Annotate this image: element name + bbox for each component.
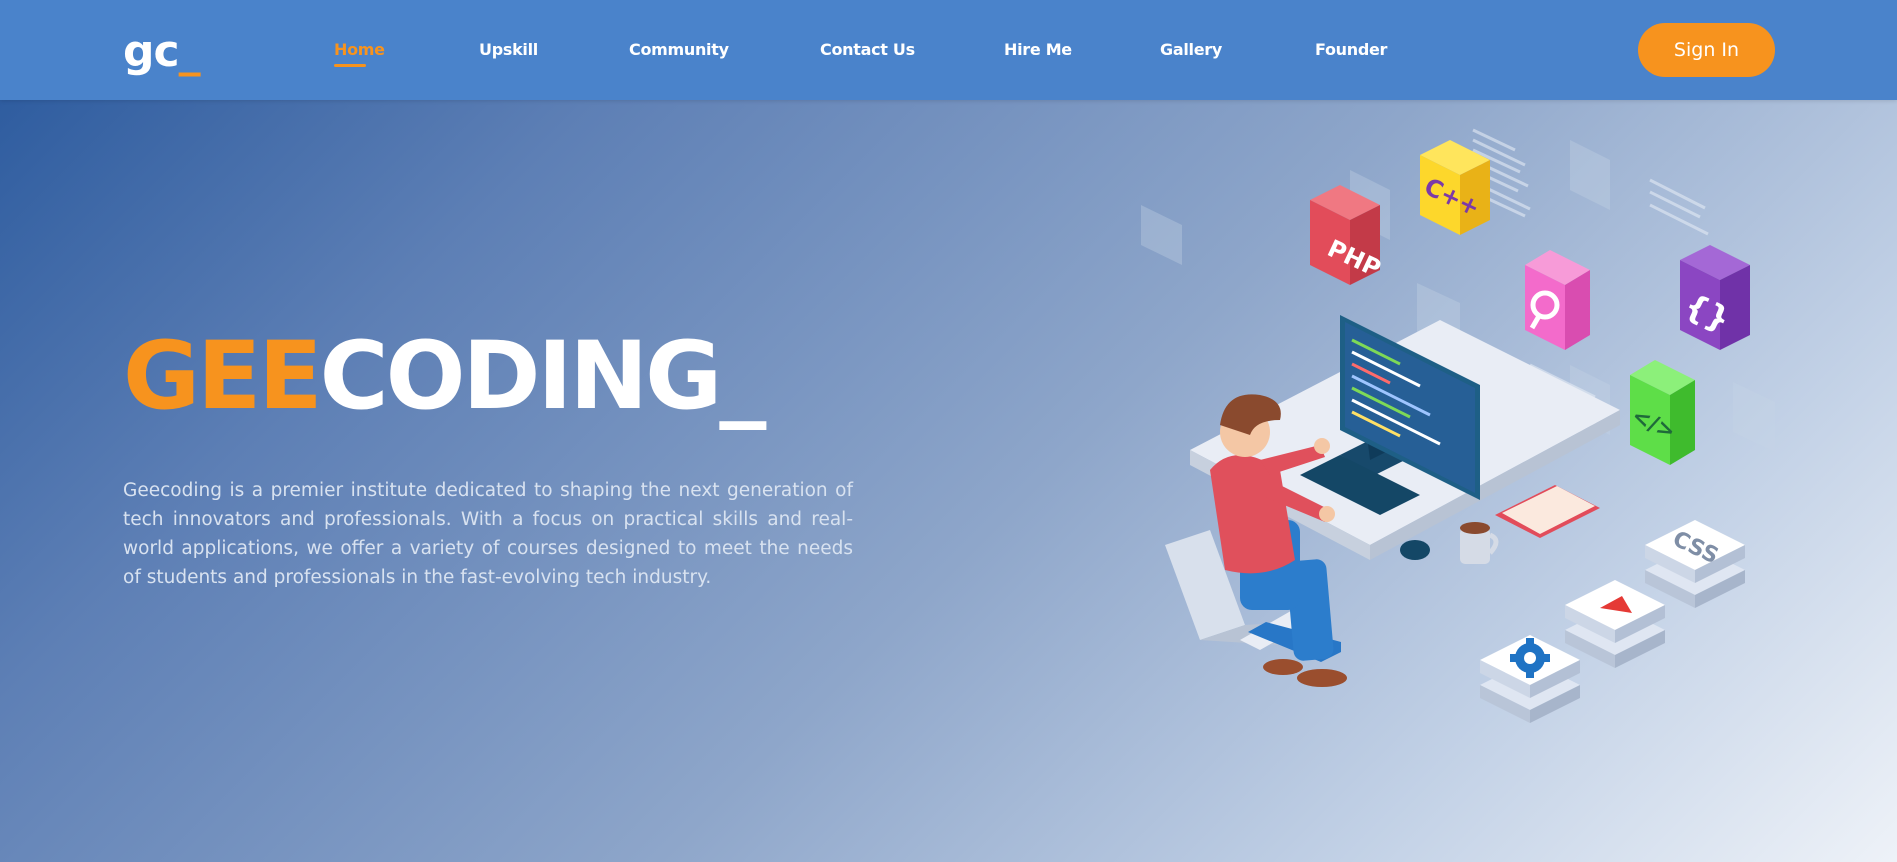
hero-description: Geecoding is a premier institute dedicat…: [123, 480, 853, 588]
hero-title-rest: CODING_: [319, 322, 767, 431]
nav-community-link[interactable]: Community: [629, 40, 729, 59]
logo-text: gc: [123, 26, 180, 77]
search-cube: [1525, 250, 1590, 350]
hero-title: GEECODING_: [123, 322, 767, 432]
nav-hire-me-link[interactable]: Hire Me: [1004, 40, 1072, 59]
code-tag-cube: </>: [1628, 360, 1695, 465]
braces-cube: {}: [1679, 245, 1750, 350]
landing-page: gc_ Home Upskill Community Contact Us Hi…: [0, 0, 1897, 862]
logo[interactable]: gc_: [123, 22, 201, 82]
logo-cursor: _: [178, 26, 201, 77]
notebook: [1495, 485, 1600, 538]
nav-upskill-link[interactable]: Upskill: [479, 40, 538, 59]
gear-stack: [1480, 635, 1580, 723]
video-stack: [1565, 580, 1665, 668]
nav-founder-link[interactable]: Founder: [1315, 40, 1387, 59]
css-stack: CSS: [1645, 520, 1745, 608]
coffee-mug: [1460, 522, 1499, 564]
nav-gallery-link[interactable]: Gallery: [1160, 40, 1222, 59]
mouse: [1400, 540, 1430, 560]
nav-home-link[interactable]: Home: [334, 40, 385, 67]
nav-contact-link[interactable]: Contact Us: [820, 40, 915, 59]
sign-in-button[interactable]: Sign In: [1638, 23, 1775, 77]
developer-illustration: PHP C++ {} </> CSS: [1141, 128, 1775, 723]
hero-title-accent: GEE: [123, 322, 323, 431]
navbar: gc_ Home Upskill Community Contact Us Hi…: [0, 0, 1897, 100]
